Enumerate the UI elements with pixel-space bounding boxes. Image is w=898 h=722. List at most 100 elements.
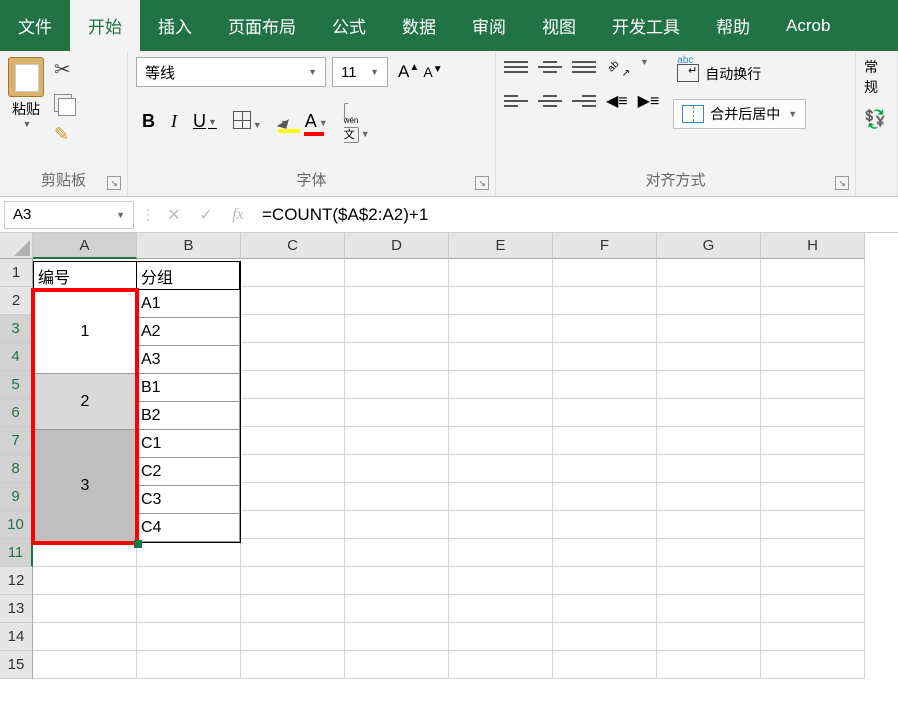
tab-home[interactable]: 开始 bbox=[70, 0, 140, 51]
border-button[interactable]: ▼ bbox=[233, 111, 262, 132]
cell[interactable] bbox=[657, 371, 761, 399]
cell-B4[interactable]: A2 bbox=[137, 318, 240, 346]
row-header-6[interactable]: 6 bbox=[0, 399, 33, 427]
font-name-select[interactable]: 等线▼ bbox=[136, 57, 326, 87]
cell[interactable] bbox=[657, 567, 761, 595]
cell[interactable] bbox=[241, 539, 345, 567]
cell[interactable] bbox=[137, 623, 241, 651]
cell[interactable] bbox=[449, 315, 553, 343]
cell[interactable] bbox=[657, 259, 761, 287]
cell[interactable] bbox=[657, 399, 761, 427]
cell[interactable] bbox=[553, 427, 657, 455]
cell[interactable] bbox=[657, 539, 761, 567]
cell[interactable] bbox=[553, 511, 657, 539]
cell[interactable] bbox=[449, 399, 553, 427]
cell-B3[interactable]: A1 bbox=[137, 290, 240, 318]
decrease-font-button[interactable]: A▼ bbox=[419, 64, 436, 80]
cell[interactable] bbox=[33, 595, 137, 623]
row-header-3[interactable]: 3 bbox=[0, 315, 33, 343]
cell[interactable] bbox=[345, 427, 449, 455]
row-header-5[interactable]: 5 bbox=[0, 371, 33, 399]
cell[interactable] bbox=[345, 651, 449, 679]
align-left-button[interactable] bbox=[504, 91, 528, 111]
cell[interactable] bbox=[553, 315, 657, 343]
cell-B9[interactable]: C2 bbox=[137, 458, 240, 486]
cell[interactable] bbox=[761, 371, 865, 399]
cell[interactable] bbox=[761, 651, 865, 679]
row-header-2[interactable]: 2 bbox=[0, 287, 33, 315]
cell[interactable] bbox=[449, 427, 553, 455]
phonetic-button[interactable]: wén文▼ bbox=[344, 101, 370, 142]
tab-formulas[interactable]: 公式 bbox=[314, 0, 384, 51]
cell-A3[interactable]: 1 bbox=[34, 290, 137, 374]
font-size-select[interactable]: 11▼ bbox=[332, 57, 388, 87]
cell[interactable] bbox=[137, 595, 241, 623]
cell[interactable] bbox=[761, 343, 865, 371]
cell-A8[interactable]: 3 bbox=[34, 430, 137, 542]
cell[interactable] bbox=[241, 427, 345, 455]
cell[interactable] bbox=[553, 651, 657, 679]
number-format-select[interactable]: 常规 bbox=[864, 57, 889, 97]
cell[interactable] bbox=[449, 651, 553, 679]
decrease-indent-button[interactable]: ◀≡ bbox=[606, 91, 628, 111]
cell[interactable] bbox=[449, 623, 553, 651]
cell[interactable] bbox=[553, 371, 657, 399]
row-header-1[interactable]: 1 bbox=[0, 259, 33, 287]
align-bottom-button[interactable] bbox=[572, 57, 596, 77]
cell[interactable] bbox=[241, 455, 345, 483]
col-header-B[interactable]: B bbox=[137, 233, 241, 259]
alignment-launcher[interactable]: ↘ bbox=[835, 176, 849, 190]
cell[interactable] bbox=[449, 287, 553, 315]
cell[interactable] bbox=[553, 259, 657, 287]
merge-center-button[interactable]: 合并后居中 ▼ bbox=[673, 99, 806, 129]
cell[interactable] bbox=[241, 287, 345, 315]
cell[interactable] bbox=[449, 371, 553, 399]
cell[interactable] bbox=[241, 651, 345, 679]
fx-button[interactable]: fx bbox=[222, 206, 254, 224]
cut-button[interactable]: ✂ bbox=[54, 57, 72, 82]
worksheet-grid[interactable]: A B C D E F G H 123456789101112131415 编号… bbox=[0, 233, 898, 679]
cell[interactable] bbox=[241, 567, 345, 595]
cell[interactable] bbox=[553, 287, 657, 315]
cell[interactable] bbox=[657, 427, 761, 455]
cell[interactable] bbox=[657, 287, 761, 315]
cell[interactable] bbox=[241, 259, 345, 287]
align-center-button[interactable] bbox=[538, 91, 562, 111]
cell[interactable] bbox=[241, 399, 345, 427]
fill-handle[interactable] bbox=[134, 540, 142, 548]
cell[interactable] bbox=[657, 623, 761, 651]
cell[interactable] bbox=[657, 343, 761, 371]
cell-B7[interactable]: B2 bbox=[137, 402, 240, 430]
cell[interactable] bbox=[33, 567, 137, 595]
cell[interactable] bbox=[449, 483, 553, 511]
col-header-C[interactable]: C bbox=[241, 233, 345, 259]
cell[interactable] bbox=[657, 483, 761, 511]
cell[interactable] bbox=[449, 539, 553, 567]
cell[interactable] bbox=[449, 259, 553, 287]
cell[interactable] bbox=[241, 371, 345, 399]
cell[interactable] bbox=[345, 623, 449, 651]
cell[interactable] bbox=[553, 399, 657, 427]
cell-B6[interactable]: B1 bbox=[137, 374, 240, 402]
bold-button[interactable]: B bbox=[142, 111, 155, 132]
tab-review[interactable]: 审阅 bbox=[454, 0, 524, 51]
cell[interactable] bbox=[345, 259, 449, 287]
font-launcher[interactable]: ↘ bbox=[475, 176, 489, 190]
enter-formula-button[interactable]: ✓ bbox=[190, 205, 222, 225]
col-header-H[interactable]: H bbox=[761, 233, 865, 259]
cell[interactable] bbox=[761, 315, 865, 343]
cell[interactable] bbox=[345, 595, 449, 623]
col-header-F[interactable]: F bbox=[553, 233, 657, 259]
cell[interactable] bbox=[137, 567, 241, 595]
tab-page-layout[interactable]: 页面布局 bbox=[210, 0, 314, 51]
cell[interactable] bbox=[761, 595, 865, 623]
cell[interactable] bbox=[761, 455, 865, 483]
cell[interactable] bbox=[657, 651, 761, 679]
formula-input[interactable]: =COUNT($A$2:A2)+1 bbox=[254, 205, 898, 225]
cell[interactable] bbox=[553, 595, 657, 623]
cell[interactable] bbox=[241, 595, 345, 623]
col-header-E[interactable]: E bbox=[449, 233, 553, 259]
row-header-9[interactable]: 9 bbox=[0, 483, 33, 511]
increase-font-button[interactable]: A▲ bbox=[394, 62, 413, 82]
cell-B2[interactable]: 分组 bbox=[137, 262, 240, 290]
